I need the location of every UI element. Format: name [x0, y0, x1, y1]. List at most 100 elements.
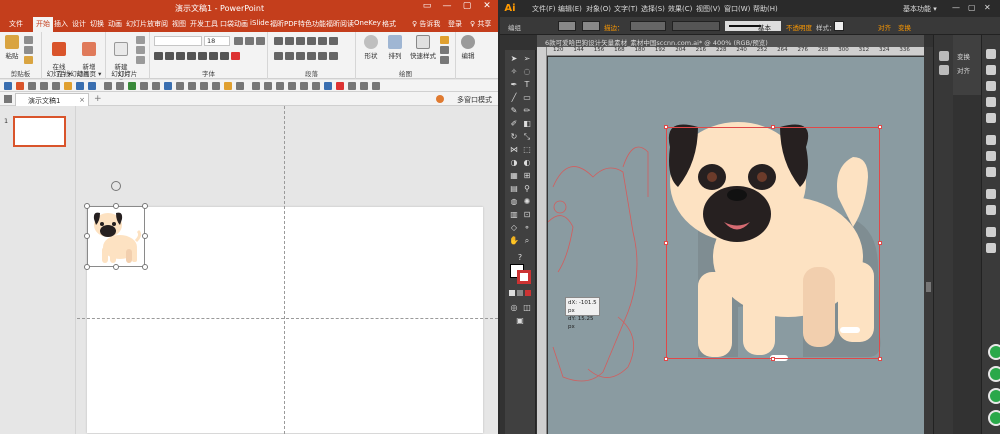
transparency-panel-icon[interactable] — [986, 167, 996, 177]
header-icon[interactable] — [312, 82, 320, 90]
live-paint-tool-icon[interactable]: ◐ — [522, 158, 532, 168]
tab-animations[interactable]: 动画 — [108, 19, 122, 29]
undo-icon[interactable] — [76, 82, 84, 90]
tab-design[interactable]: 设计 — [72, 19, 86, 29]
new-icon[interactable] — [28, 82, 36, 90]
ai-minimize-button[interactable]: — — [952, 3, 960, 12]
transform-link[interactable]: 变换 — [898, 22, 911, 32]
zoom-tool-icon[interactable]: ⚬ — [522, 223, 532, 233]
magic-wand-tool-icon[interactable]: ✧ — [509, 67, 519, 77]
shape-fill-icon[interactable] — [440, 36, 449, 44]
column-graph-tool-icon[interactable]: ▥ — [509, 210, 519, 220]
layers-panel-icon[interactable] — [986, 227, 996, 237]
menu-select[interactable]: 选择(S) — [641, 4, 665, 14]
stroke-swatch[interactable] — [582, 21, 600, 31]
stroke-color-box[interactable] — [517, 270, 531, 284]
search-zoom-icon[interactable]: ⌕ — [522, 236, 532, 246]
eraser-tool-icon[interactable]: ◧ — [522, 119, 532, 129]
color-panel-icon[interactable] — [986, 49, 996, 59]
ai-handle-left[interactable] — [664, 241, 668, 245]
cut-qat-icon[interactable] — [104, 82, 112, 90]
outline-preview-path-2[interactable] — [548, 215, 574, 273]
shape-builder-tool-icon[interactable]: ◑ — [509, 158, 519, 168]
shape-button[interactable]: 形状 — [360, 35, 382, 60]
tab-home[interactable]: 开始 — [33, 17, 53, 32]
align-link[interactable]: 对齐 — [878, 22, 891, 32]
edit-button[interactable]: 编辑 — [459, 35, 477, 60]
ai-close-button[interactable]: ✕ — [984, 3, 991, 12]
resize-handle-bottom[interactable] — [113, 264, 119, 270]
pen-tool-icon[interactable]: ✒ — [509, 80, 519, 90]
tab-slideshow[interactable]: 幻灯片放 — [126, 19, 154, 29]
swatches-panel-icon[interactable] — [986, 81, 996, 91]
home-tab-icon[interactable] — [4, 95, 12, 103]
italic-icon[interactable] — [165, 52, 174, 60]
outline-preview-path[interactable] — [552, 166, 638, 382]
ai-handle-bottom-left[interactable] — [664, 357, 668, 361]
clear-format-icon[interactable] — [256, 37, 265, 45]
ai-handle-top-right[interactable] — [878, 125, 882, 129]
outline-preview-ear[interactable] — [622, 146, 649, 197]
bold-icon[interactable] — [154, 52, 163, 60]
width-tool-icon[interactable]: ⋈ — [509, 145, 519, 155]
menu-help[interactable]: 帮助(H) — [753, 4, 778, 14]
resize-handle-top-left[interactable] — [84, 203, 90, 209]
draw-normal-icon[interactable]: ◎ — [509, 303, 519, 313]
font-color-icon[interactable] — [231, 52, 240, 60]
floating-green-button-1[interactable] — [988, 344, 1000, 360]
audio-icon[interactable] — [336, 82, 344, 90]
graphic-styles-panel-icon[interactable] — [986, 205, 996, 215]
stroke-panel-icon[interactable] — [986, 135, 996, 145]
document-tab[interactable]: 演示文稿1 × — [15, 93, 89, 106]
share-button[interactable]: ♀ 共享 — [470, 19, 491, 29]
copy-icon[interactable] — [24, 46, 33, 54]
opacity-label[interactable]: 不透明度 — [786, 22, 812, 32]
tab-foxit-pdf[interactable]: 福昕PDF — [270, 19, 298, 29]
selection-tool-icon[interactable]: ➤ — [509, 54, 519, 64]
symbol-icon[interactable] — [276, 82, 284, 90]
wordart-icon[interactable] — [264, 82, 272, 90]
brushes-panel-icon[interactable] — [986, 97, 996, 107]
gradient-mode-icon[interactable] — [517, 290, 523, 296]
rotate-qat-icon[interactable] — [200, 82, 208, 90]
slideshow-icon[interactable] — [16, 82, 24, 90]
screenshot-icon[interactable] — [360, 82, 368, 90]
floating-green-button-4[interactable] — [988, 410, 1000, 426]
none-mode-icon[interactable] — [525, 290, 531, 296]
align-panel-label[interactable]: 对齐 — [957, 65, 970, 75]
rotate-handle[interactable] — [111, 181, 121, 191]
tab-islide[interactable]: iSlide — [250, 19, 269, 27]
indent-increase-icon[interactable] — [307, 37, 316, 45]
blend-tool-icon[interactable]: ◍ — [509, 197, 519, 207]
menu-view[interactable]: 视图(V) — [696, 4, 720, 14]
hand-tool-icon[interactable]: ✋ — [509, 236, 519, 246]
symbols-panel-icon[interactable] — [986, 113, 996, 123]
ai-handle-bottom[interactable] — [771, 357, 775, 361]
numbering-icon[interactable] — [285, 37, 294, 45]
resize-handle-top-right[interactable] — [142, 203, 148, 209]
eyedropper-tool-icon[interactable]: ⚲ — [522, 184, 532, 194]
gradient-panel-icon[interactable] — [986, 151, 996, 161]
ai-handle-bottom-right[interactable] — [878, 357, 882, 361]
tab-onekey[interactable]: OneKey — [354, 19, 381, 27]
minimize-button[interactable]: — — [438, 1, 456, 11]
settings-gear-icon[interactable] — [436, 95, 444, 103]
menu-file[interactable]: 文件(F) — [532, 4, 556, 14]
smartart-icon[interactable] — [329, 52, 338, 60]
stroke-label[interactable]: 描边： — [604, 22, 624, 32]
tab-view[interactable]: 视图 — [172, 19, 186, 29]
pencil-tool-icon[interactable]: ✏ — [522, 106, 532, 116]
workspace-switcher[interactable]: 基本功能 ▾ — [903, 4, 937, 14]
line-tool-icon[interactable]: ╱ — [509, 93, 519, 103]
type-tool-icon[interactable]: T — [522, 80, 532, 90]
direct-selection-tool-icon[interactable]: ➢ — [522, 54, 532, 64]
line-spacing-icon[interactable] — [318, 37, 327, 45]
bullets-icon[interactable] — [274, 37, 283, 45]
tab-format[interactable]: 格式 — [382, 19, 396, 29]
font-name-box[interactable] — [154, 36, 202, 46]
color-guide-panel-icon[interactable] — [986, 65, 996, 75]
outline-preview-eye[interactable] — [553, 200, 567, 214]
case-icon[interactable] — [220, 52, 229, 60]
grow-font-icon[interactable] — [234, 37, 243, 45]
text-box-icon[interactable] — [252, 82, 260, 90]
